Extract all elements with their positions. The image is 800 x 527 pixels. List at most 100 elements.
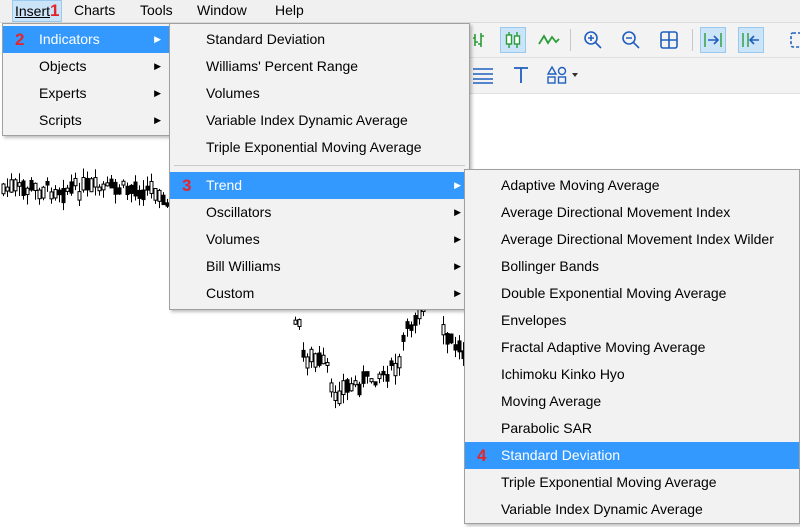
trend-item[interactable]: Variable Index Dynamic Average [465, 496, 799, 523]
chart-toolbar [466, 23, 800, 58]
chevron-right-icon: ▶ [154, 61, 161, 71]
candlestick-icon[interactable] [500, 27, 526, 53]
zoom-in-icon[interactable] [580, 27, 606, 53]
recent-indicator-item[interactable]: Triple Exponential Moving Average [170, 134, 469, 161]
step-badge-2: 2 [15, 30, 25, 49]
menu-item-objects[interactable]: Objects ▶ [3, 53, 169, 80]
candle-body [45, 180, 50, 186]
candle-body [337, 390, 342, 405]
menu-item-label: Experts [39, 85, 87, 101]
line-chart-icon[interactable] [468, 27, 494, 53]
menu-item-label: Triple Exponential Moving Average [206, 139, 422, 155]
menu-item-label: Williams' Percent Range [206, 58, 359, 74]
candle-body [37, 189, 42, 200]
candle-body [141, 189, 146, 201]
recent-indicator-item[interactable]: Williams' Percent Range [170, 53, 469, 80]
menu-item-label: Envelopes [501, 312, 567, 328]
menu-item-label: Indicators [39, 31, 100, 47]
candle-body [61, 187, 66, 204]
trend-item[interactable]: Average Directional Movement Index [465, 199, 799, 226]
menu-window-label: Window [197, 2, 247, 18]
trend-item[interactable]: Fractal Adaptive Moving Average [465, 334, 799, 361]
candle-body [53, 189, 58, 199]
candle-body [81, 176, 86, 191]
partial-icon[interactable] [784, 27, 800, 53]
grid-icon[interactable] [656, 27, 682, 53]
menu-item-label: Variable Index Dynamic Average [501, 501, 703, 517]
menu-item-label: Ichimoku Kinko Hyo [501, 366, 625, 382]
candle-body [313, 353, 318, 368]
recent-indicator-item[interactable]: Volumes [170, 80, 469, 107]
horizontal-lines-icon[interactable] [470, 62, 496, 88]
candle-body [317, 352, 322, 366]
candle-body [149, 180, 154, 194]
trend-item[interactable]: Moving Average [465, 388, 799, 415]
candle-body [361, 371, 366, 384]
candle-body [409, 324, 414, 331]
line-icon[interactable] [536, 27, 562, 53]
autoscroll-icon[interactable] [700, 27, 726, 53]
candle-body [41, 186, 46, 199]
chart-shift-icon[interactable] [738, 27, 764, 53]
candle-body [129, 184, 134, 194]
menu-item-custom[interactable]: Custom ▶ [170, 280, 469, 307]
trend-item[interactable]: Triple Exponential Moving Average [465, 469, 799, 496]
menu-item-label: Oscillators [206, 204, 272, 220]
menu-item-label: Parabolic SAR [501, 420, 593, 436]
trend-item[interactable]: Bollinger Bands [465, 253, 799, 280]
menu-item-label: Moving Average [501, 393, 602, 409]
candle-body [153, 188, 158, 201]
menu-item-scripts[interactable]: Scripts ▶ [3, 107, 169, 134]
candle-body [25, 187, 30, 196]
menu-window[interactable]: Window [197, 2, 247, 18]
candle-body [109, 178, 114, 189]
candle-body [453, 344, 458, 351]
candle-body [413, 315, 418, 326]
candle-body [133, 181, 138, 197]
trend-item[interactable]: Ichimoku Kinko Hyo [465, 361, 799, 388]
trend-item-standard-deviation[interactable]: 4 Standard Deviation [465, 442, 799, 469]
trend-item[interactable]: Envelopes [465, 307, 799, 334]
menu-item-label: Objects [39, 58, 87, 74]
step-badge-3: 3 [182, 176, 192, 195]
menu-insert-label: Insert [15, 3, 51, 19]
menu-item-volumes[interactable]: Volumes ▶ [170, 226, 469, 253]
candle-body [393, 362, 398, 377]
trend-item[interactable]: Parabolic SAR [465, 415, 799, 442]
menu-item-indicators[interactable]: 2 Indicators ▶ [3, 26, 169, 53]
candle-body [93, 177, 98, 188]
menu-charts[interactable]: Charts [74, 2, 115, 18]
menu-tools-label: Tools [140, 2, 173, 18]
recent-indicator-item[interactable]: Standard Deviation [170, 26, 469, 53]
menu-item-label: Triple Exponential Moving Average [501, 474, 717, 490]
menu-item-label: Trend [206, 177, 243, 193]
menu-item-label: Bill Williams [206, 258, 281, 274]
trend-item[interactable]: Average Directional Movement Index Wilde… [465, 226, 799, 253]
trend-item[interactable]: Double Exponential Moving Average [465, 280, 799, 307]
candle-body [309, 348, 314, 363]
shapes-icon[interactable] [544, 62, 582, 88]
menu-help[interactable]: Help [275, 2, 304, 18]
menu-item-bill-williams[interactable]: Bill Williams ▶ [170, 253, 469, 280]
menu-tools[interactable]: Tools [140, 2, 173, 18]
candle-body [381, 370, 386, 376]
candle-body [445, 333, 450, 345]
menu-bar: Insert1 Charts Tools Window Help [0, 0, 800, 23]
menu-item-label: Standard Deviation [206, 31, 326, 47]
candle-body [377, 373, 382, 380]
menu-charts-label: Charts [74, 2, 116, 18]
recent-indicator-item[interactable]: Variable Index Dynamic Average [170, 107, 469, 134]
candle-body [145, 185, 150, 191]
menu-item-experts[interactable]: Experts ▶ [3, 80, 169, 107]
candle-body [401, 334, 406, 342]
chevron-right-icon: ▶ [454, 207, 461, 217]
text-icon[interactable] [508, 62, 534, 88]
trend-item[interactable]: Adaptive Moving Average [465, 172, 799, 199]
menu-item-trend[interactable]: 3 Trend ▶ [170, 172, 469, 199]
menu-item-oscillators[interactable]: Oscillators ▶ [170, 199, 469, 226]
candle-body [333, 391, 338, 401]
step-badge-1: 1 [50, 1, 60, 20]
menu-insert[interactable]: Insert1 [12, 0, 63, 22]
zoom-out-icon[interactable] [618, 27, 644, 53]
trend-menu: Adaptive Moving Average Average Directio… [464, 169, 800, 524]
